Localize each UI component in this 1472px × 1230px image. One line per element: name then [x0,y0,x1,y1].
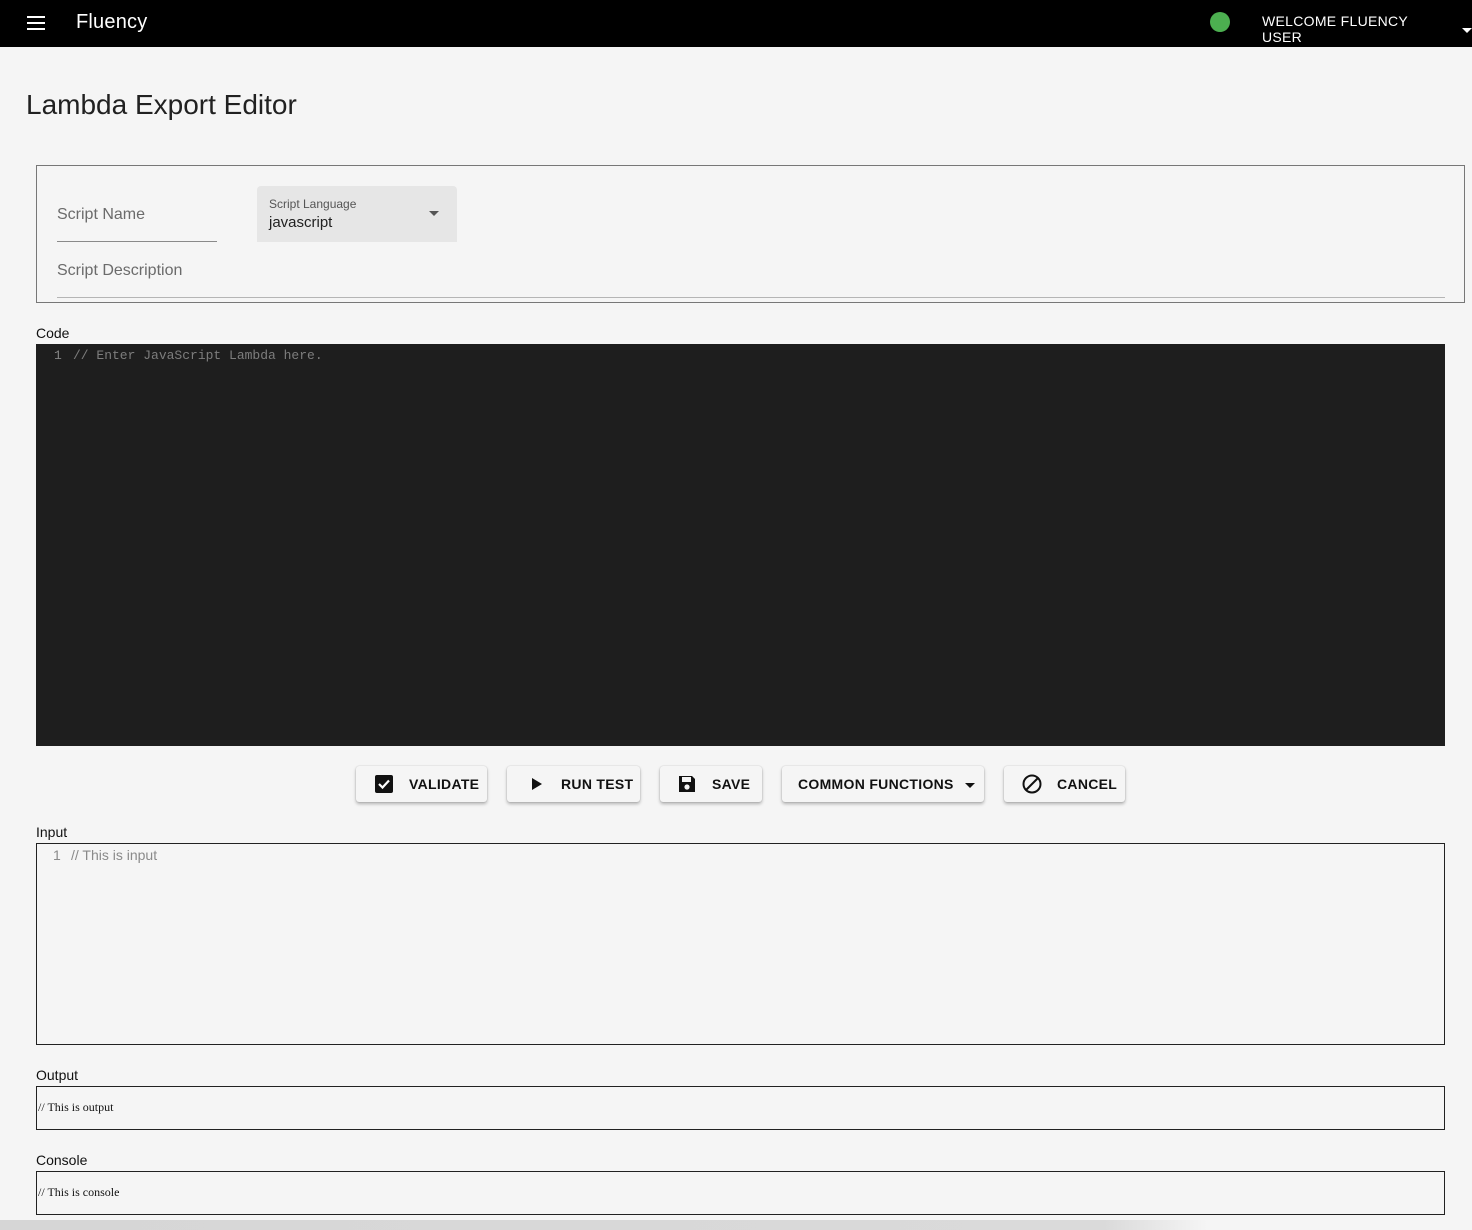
cancel-button[interactable]: CANCEL [1004,766,1125,802]
floppy-disk-icon [676,773,698,795]
line-number: 1 [54,348,62,363]
user-menu-label: WELCOME FLUENCY USER [1262,13,1408,45]
app-bar: Fluency WELCOME FLUENCY USER [0,0,1472,47]
script-language-value: javascript [269,214,333,231]
input-label: Input [36,824,68,840]
line-number: 1 [53,847,61,863]
common-functions-label: COMMON FUNCTIONS [798,776,954,792]
run-test-button[interactable]: RUN TEST [507,766,640,802]
output-text: // This is output [38,1100,114,1114]
save-label: SAVE [712,776,751,792]
caret-down-icon [1462,27,1472,33]
script-details-form: Script Language javascript [36,165,1465,303]
page-title: Lambda Export Editor [26,89,297,120]
validate-button[interactable]: VALIDATE [356,766,487,802]
input-text: // This is input [71,847,158,863]
console-box[interactable]: // This is console [36,1171,1445,1215]
code-placeholder: // Enter JavaScript Lambda here. [73,348,323,363]
app-title: Fluency [76,11,148,33]
code-label: Code [36,325,70,341]
script-name-input[interactable] [57,206,217,224]
console-label: Console [36,1152,88,1168]
user-menu-button[interactable]: WELCOME FLUENCY USER [1262,13,1472,45]
caret-down-icon [964,783,975,788]
input-editor[interactable]: 1 // This is input [36,843,1445,1045]
play-icon [525,773,547,795]
connection-status-icon [1210,12,1230,32]
script-name-field [57,190,217,242]
dropdown-arrow-icon [429,211,439,216]
script-description-input[interactable] [57,262,1445,280]
menu-icon[interactable] [22,12,50,34]
run-test-label: RUN TEST [561,776,634,792]
save-button[interactable]: SAVE [660,766,762,802]
script-language-select[interactable]: Script Language javascript [257,186,457,242]
validate-label: VALIDATE [409,776,480,792]
cancel-label: CANCEL [1057,776,1118,792]
output-box[interactable]: // This is output [36,1086,1445,1130]
output-label: Output [36,1067,79,1083]
code-editor[interactable]: 1 // Enter JavaScript Lambda here. [36,344,1445,746]
script-language-label: Script Language [269,197,357,211]
block-icon [1021,773,1043,795]
console-text: // This is console [38,1185,120,1199]
script-description-field [57,252,1445,298]
check-box-icon [373,773,395,795]
common-functions-button[interactable]: COMMON FUNCTIONS [782,766,984,802]
horizontal-scrollbar[interactable] [0,1220,1472,1230]
